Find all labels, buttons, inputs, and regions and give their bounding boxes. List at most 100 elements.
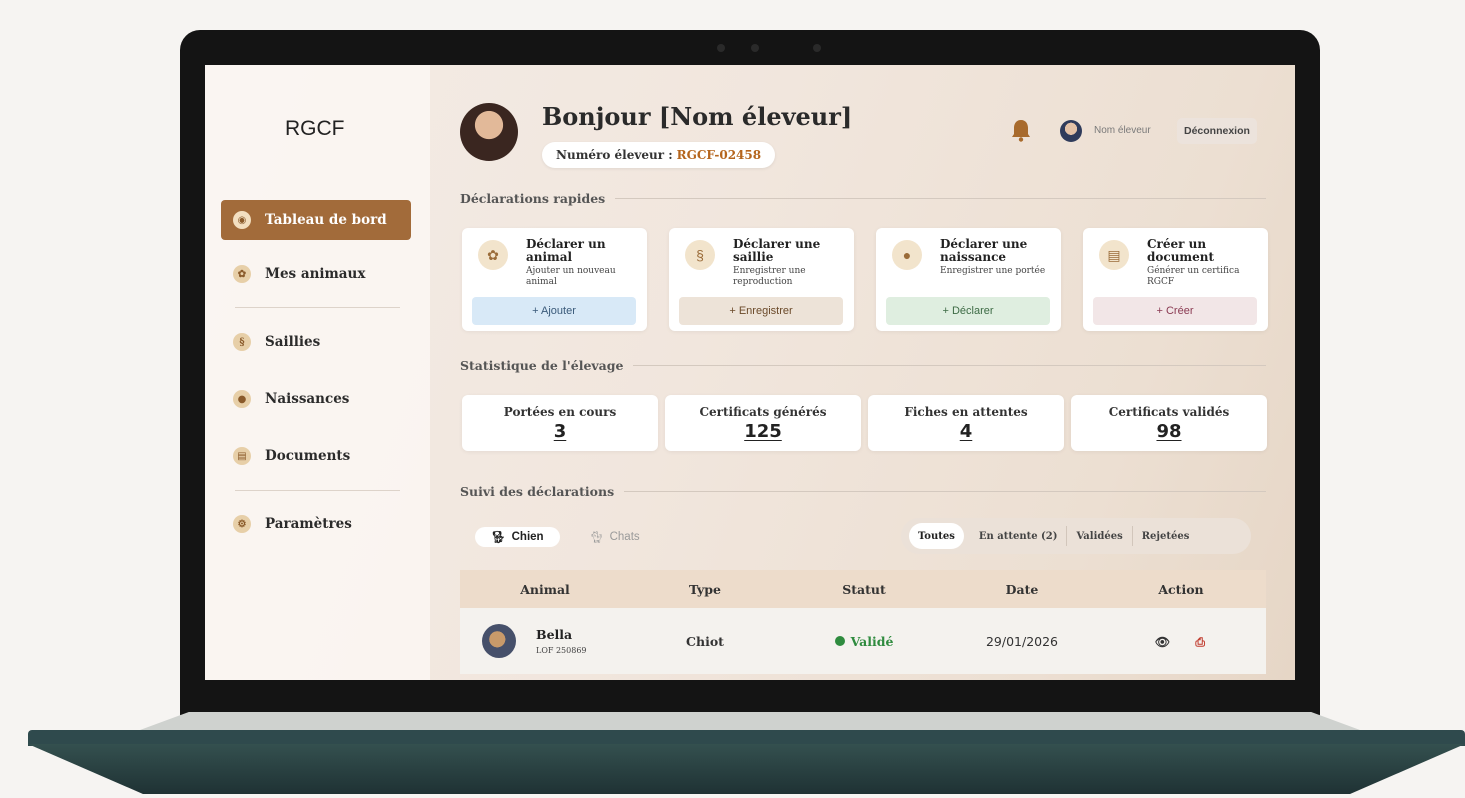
create-document-button[interactable]: + Créer <box>1093 297 1257 325</box>
bell-icon[interactable] <box>1010 118 1032 142</box>
eye-icon[interactable]: 👁︎ <box>1155 635 1170 649</box>
status-filter-group: Toutes En attente (2) Validées Rejetées <box>901 518 1251 554</box>
stat-value[interactable]: 98 <box>1071 421 1267 442</box>
table-row[interactable]: Bella LOF 250869 Chiot Validé 29/01/2026… <box>460 608 1266 674</box>
cat-icon: 🐈︎ <box>589 532 604 544</box>
action-cell: 👁︎ ⎙ <box>1096 634 1266 649</box>
add-animal-button[interactable]: + Ajouter <box>472 297 636 325</box>
sidebar-item-documents[interactable]: ▤ Documents <box>221 436 411 476</box>
stats-section-header: Statistique de l'élevage <box>460 358 1266 373</box>
status-cell: Validé <box>780 634 948 649</box>
stat-card: Certificats validés 98 <box>1071 395 1267 451</box>
animal-avatar <box>482 624 516 658</box>
declare-birth-button[interactable]: + Déclarer <box>886 297 1050 325</box>
animal-lof: LOF 250869 <box>536 646 587 655</box>
stat-card: Portées en cours 3 <box>462 395 658 451</box>
laptop-base <box>28 730 1465 746</box>
filter-validated[interactable]: Validées <box>1067 523 1131 549</box>
section-divider <box>615 198 1266 199</box>
date-cell: 29/01/2026 <box>985 633 1059 649</box>
laptop-base-bottom <box>28 744 1465 794</box>
sidebar-item-label: Naissances <box>265 391 350 407</box>
user-avatar[interactable] <box>1060 120 1082 142</box>
sidebar-divider <box>235 490 400 491</box>
register-mating-button[interactable]: + Enregistrer <box>679 297 843 325</box>
birth-icon: ● <box>892 240 922 270</box>
section-divider <box>624 491 1266 492</box>
tab-label: Chien <box>511 531 544 543</box>
section-title: Déclarations rapides <box>460 191 606 206</box>
sidebar-item-animals[interactable]: ✿ Mes animaux <box>221 254 411 294</box>
quick-card-desc: Enregistrer une reproduction <box>733 266 806 287</box>
stat-value[interactable]: 4 <box>868 421 1064 442</box>
quick-card-title: Créer un document <box>1147 237 1215 264</box>
quick-card-document: ▤ Créer un document Générer un certifica… <box>1083 228 1268 331</box>
mating-icon: § <box>233 333 251 351</box>
filter-pending[interactable]: En attente (2) <box>970 523 1067 549</box>
column-header: Action <box>1158 581 1204 597</box>
quick-card-desc: Enregistrer une portée <box>940 266 1046 276</box>
quick-card-desc: Générer un certifica RGCF <box>1147 266 1240 287</box>
stat-value[interactable]: 3 <box>462 421 658 442</box>
stat-card: Certificats générés 125 <box>665 395 861 451</box>
dog-icon: 🐕︎ <box>491 532 506 544</box>
quick-card-title: Déclarer un animal <box>526 237 606 264</box>
type-cell: Chiot <box>686 633 724 649</box>
filter-rejected[interactable]: Rejetées <box>1133 523 1199 549</box>
column-header: Animal <box>520 581 570 597</box>
quick-card-mating: § Déclarer une saillie Enregistrer une r… <box>669 228 854 331</box>
paw-icon: ✿ <box>233 265 251 283</box>
user-name: Nom éleveur <box>1094 125 1151 136</box>
pdf-icon[interactable]: ⎙ <box>1193 635 1207 649</box>
sidebar-item-matings[interactable]: § Saillies <box>221 322 411 362</box>
breeder-avatar <box>460 103 518 161</box>
section-title: Statistique de l'élevage <box>460 358 624 373</box>
sidebar-divider <box>235 307 400 308</box>
column-header: Date <box>1005 581 1039 597</box>
column-header: Statut <box>842 581 886 597</box>
section-divider <box>633 365 1266 366</box>
laptop-hinge <box>140 712 1360 730</box>
sidebar-item-births[interactable]: ● Naissances <box>221 379 411 419</box>
stat-value[interactable]: 125 <box>665 421 861 442</box>
mating-icon: § <box>685 240 715 270</box>
brand-logo: RGCF <box>285 117 345 140</box>
camera-icon <box>751 44 759 52</box>
breeder-number-label: Numéro éleveur : <box>556 148 673 162</box>
filter-all[interactable]: Toutes <box>909 523 964 549</box>
quick-card-animal: ✿ Déclarer un animal Ajouter un nouveau … <box>462 228 647 331</box>
stat-label: Certificats validés <box>1108 405 1230 419</box>
sidebar: RGCF ◉ Tableau de bord ✿ Mes animaux § S… <box>205 65 430 680</box>
tracking-section-header: Suivi des déclarations <box>460 484 1266 499</box>
animal-cell: Bella LOF 250869 <box>460 624 630 658</box>
column-header: Type <box>689 581 721 597</box>
section-title: Suivi des déclarations <box>460 484 615 499</box>
stat-label: Fiches en attentes <box>904 405 1028 419</box>
camera-dot <box>717 44 725 52</box>
quick-card-title: Déclarer une saillie <box>733 237 821 264</box>
sidebar-item-label: Saillies <box>265 334 321 350</box>
camera-dot <box>813 44 821 52</box>
sidebar-item-dashboard[interactable]: ◉ Tableau de bord <box>221 200 411 240</box>
quick-card-birth: ● Déclarer une naissance Enregistrer une… <box>876 228 1061 331</box>
document-icon: ▤ <box>233 447 251 465</box>
certificate-icon: ▤ <box>1099 240 1129 270</box>
sidebar-item-settings[interactable]: ⚙ Paramètres <box>221 504 411 544</box>
animal-name: Bella <box>536 627 573 642</box>
birth-icon: ● <box>233 390 251 408</box>
stat-label: Portées en cours <box>503 405 617 419</box>
sidebar-item-label: Tableau de bord <box>265 212 387 228</box>
quick-section-header: Déclarations rapides <box>460 191 1266 206</box>
check-icon <box>834 636 845 646</box>
animal-info: Bella LOF 250869 <box>536 627 587 655</box>
app-screen: RGCF ◉ Tableau de bord ✿ Mes animaux § S… <box>205 65 1295 680</box>
tab-cats[interactable]: 🐈︎ Chats <box>573 527 656 547</box>
tab-dogs[interactable]: 🐕︎ Chien <box>475 527 560 547</box>
dashboard-icon: ◉ <box>233 211 251 229</box>
stat-label: Certificats générés <box>699 405 827 419</box>
stat-card: Fiches en attentes 4 <box>868 395 1064 451</box>
settings-icon: ⚙ <box>233 515 251 533</box>
sidebar-item-label: Documents <box>265 448 351 464</box>
sidebar-item-label: Paramètres <box>265 516 352 532</box>
logout-button[interactable]: Déconnexion <box>1177 118 1257 144</box>
